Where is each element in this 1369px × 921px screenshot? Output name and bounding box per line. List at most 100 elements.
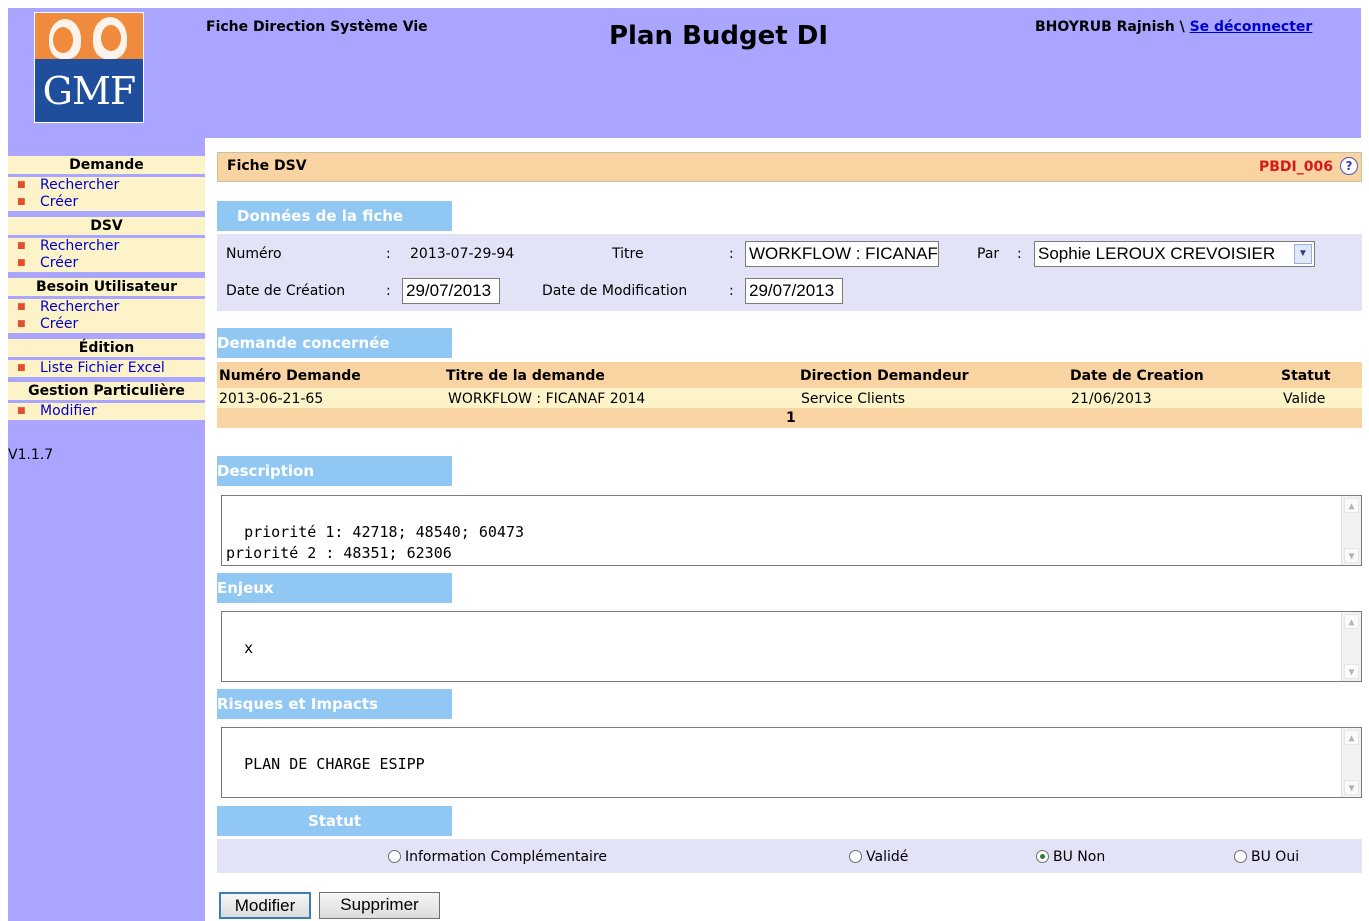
sidebar-item-besoin-creer[interactable]: ■ Créer xyxy=(8,316,205,333)
sidebar-link[interactable]: Rechercher xyxy=(40,177,119,194)
bullet-icon: ■ xyxy=(17,241,26,251)
column-header: Statut xyxy=(1281,368,1331,384)
sidebar-item-dsv-creer[interactable]: ■ Créer xyxy=(8,255,205,272)
radio-bu-non[interactable]: BU Non xyxy=(1036,849,1105,865)
sidebar-link[interactable]: Créer xyxy=(40,255,78,272)
chevron-down-icon[interactable]: ▼ xyxy=(1294,244,1312,264)
column-header: Date de Creation xyxy=(1070,368,1204,384)
titre-input[interactable]: WORKFLOW : FICANAF 2014 xyxy=(745,241,939,267)
scrollbar[interactable]: ▲ ▼ xyxy=(1341,612,1361,681)
colon: : xyxy=(386,283,391,299)
sidebar-item-dsv-rechercher[interactable]: ■ Rechercher xyxy=(8,238,205,255)
sidebar-link[interactable]: Rechercher xyxy=(40,299,119,316)
description-textarea[interactable]: priorité 1: 42718; 48540; 60473 priorité… xyxy=(221,495,1362,566)
cell-date: 21/06/2013 xyxy=(1071,391,1152,407)
titre-label: Titre xyxy=(612,246,644,262)
gmf-logo: GMF xyxy=(34,12,144,123)
par-label: Par xyxy=(977,246,1000,262)
sidebar-item-demande-rechercher[interactable]: ■ Rechercher xyxy=(8,177,205,194)
enjeux-textarea[interactable]: x ▲ ▼ xyxy=(221,611,1362,682)
scroll-up-icon[interactable]: ▲ xyxy=(1344,614,1359,629)
radio-label: BU Oui xyxy=(1251,849,1300,865)
cell-direction: Service Clients xyxy=(801,391,906,407)
scrollbar[interactable]: ▲ ▼ xyxy=(1341,728,1361,797)
sidebar-section-edition: Édition xyxy=(8,339,205,357)
logo-text: GMF xyxy=(42,69,137,113)
sidebar-section-gestion: Gestion Particulière xyxy=(8,382,205,400)
date-creation-input[interactable]: 29/07/2013 xyxy=(402,278,500,304)
scroll-down-icon[interactable]: ▼ xyxy=(1344,664,1359,679)
scrollbar[interactable]: ▲ ▼ xyxy=(1341,496,1361,565)
numero-label: Numéro xyxy=(226,246,282,262)
radio-circle[interactable] xyxy=(388,850,401,863)
scroll-up-icon[interactable]: ▲ xyxy=(1344,730,1359,745)
help-icon[interactable]: ? xyxy=(1340,157,1358,175)
sidebar-item-besoin-rechercher[interactable]: ■ Rechercher xyxy=(8,299,205,316)
sidebar-item-modifier[interactable]: ■ Modifier xyxy=(8,403,205,420)
section-description: Description xyxy=(217,456,452,486)
radio-bu-oui[interactable]: BU Oui xyxy=(1234,849,1299,865)
bullet-icon: ■ xyxy=(17,302,26,312)
sidebar-section-demande: Demande xyxy=(8,156,205,174)
description-text: priorité 1: 42718; 48540; 60473 priorité… xyxy=(226,523,525,562)
sidebar-item-demande-creer[interactable]: ■ Créer xyxy=(8,194,205,211)
screen-code: PBDI_006 xyxy=(1259,159,1333,175)
user-info: BHOYRUB Rajnish \ Se déconnecter xyxy=(1035,19,1312,35)
radio-label: BU Non xyxy=(1053,849,1106,865)
page-title: Plan Budget DI xyxy=(609,21,828,51)
colon: : xyxy=(386,246,391,262)
sidebar-section-dsv: DSV xyxy=(8,217,205,235)
table-row[interactable]: 2013-06-21-65 WORKFLOW : FICANAF 2014 Se… xyxy=(217,388,1362,408)
section-donnees-fiche: Données de la fiche xyxy=(217,201,452,231)
radio-circle[interactable] xyxy=(1234,850,1247,863)
logout-link[interactable]: Se déconnecter xyxy=(1190,19,1313,35)
radio-label: Information Complémentaire xyxy=(405,849,608,865)
risques-textarea[interactable]: PLAN DE CHARGE ESIPP ▲ ▼ xyxy=(221,727,1362,798)
scroll-down-icon[interactable]: ▼ xyxy=(1344,548,1359,563)
cell-numero: 2013-06-21-65 xyxy=(219,391,324,407)
sidebar-section-besoin: Besoin Utilisateur xyxy=(8,278,205,296)
colon: : xyxy=(1017,246,1022,262)
scroll-down-icon[interactable]: ▼ xyxy=(1344,780,1359,795)
radio-circle-selected[interactable] xyxy=(1036,850,1049,863)
date-modification-label: Date de Modification xyxy=(542,283,688,299)
fiche-title: Fiche DSV xyxy=(227,158,307,174)
risques-text: PLAN DE CHARGE ESIPP xyxy=(244,755,425,773)
bullet-icon: ■ xyxy=(17,258,26,268)
section-demande-concernee: Demande concernée xyxy=(217,328,452,358)
sidebar-link[interactable]: Rechercher xyxy=(40,238,119,255)
radio-information-complementaire[interactable]: Information Complémentaire xyxy=(388,849,607,865)
scroll-up-icon[interactable]: ▲ xyxy=(1344,498,1359,513)
bullet-icon: ■ xyxy=(17,180,26,190)
pagination-row: 1 xyxy=(217,408,1362,428)
colon: : xyxy=(729,283,734,299)
sidebar-link[interactable]: Créer xyxy=(40,316,78,333)
bullet-icon: ■ xyxy=(17,363,26,373)
header-subtitle: Fiche Direction Système Vie xyxy=(206,19,428,35)
date-modification-input[interactable]: 29/07/2013 xyxy=(745,278,843,304)
cell-titre: WORKFLOW : FICANAF 2014 xyxy=(448,391,646,407)
section-enjeux: Enjeux xyxy=(217,573,452,603)
sidebar-link[interactable]: Modifier xyxy=(40,403,97,420)
date-creation-label: Date de Création xyxy=(226,283,346,299)
bullet-icon: ■ xyxy=(17,197,26,207)
supprimer-button[interactable]: Supprimer xyxy=(319,892,440,919)
par-select[interactable]: Sophie LEROUX CREVOISIER ▼ xyxy=(1034,241,1315,267)
column-header: Titre de la demande xyxy=(446,368,605,384)
table-header: Numéro Demande Titre de la demande Direc… xyxy=(217,362,1362,388)
column-header: Numéro Demande xyxy=(219,368,361,384)
sidebar-link[interactable]: Créer xyxy=(40,194,78,211)
radio-circle[interactable] xyxy=(849,850,862,863)
modifier-button[interactable]: Modifier xyxy=(219,892,311,919)
section-risques: Risques et Impacts xyxy=(217,689,452,719)
fiche-title-bar: Fiche DSV PBDI_006 ? xyxy=(217,152,1362,182)
colon: : xyxy=(729,246,734,262)
numero-value: 2013-07-29-94 xyxy=(410,246,515,262)
radio-label: Validé xyxy=(866,849,909,865)
sidebar-item-liste-excel[interactable]: ■ Liste Fichier Excel xyxy=(8,360,205,377)
section-statut: Statut xyxy=(217,806,452,836)
radio-valide[interactable]: Validé xyxy=(849,849,908,865)
page-number[interactable]: 1 xyxy=(786,410,796,426)
sidebar-link[interactable]: Liste Fichier Excel xyxy=(40,360,165,377)
user-name: BHOYRUB Rajnish \ xyxy=(1035,19,1185,35)
